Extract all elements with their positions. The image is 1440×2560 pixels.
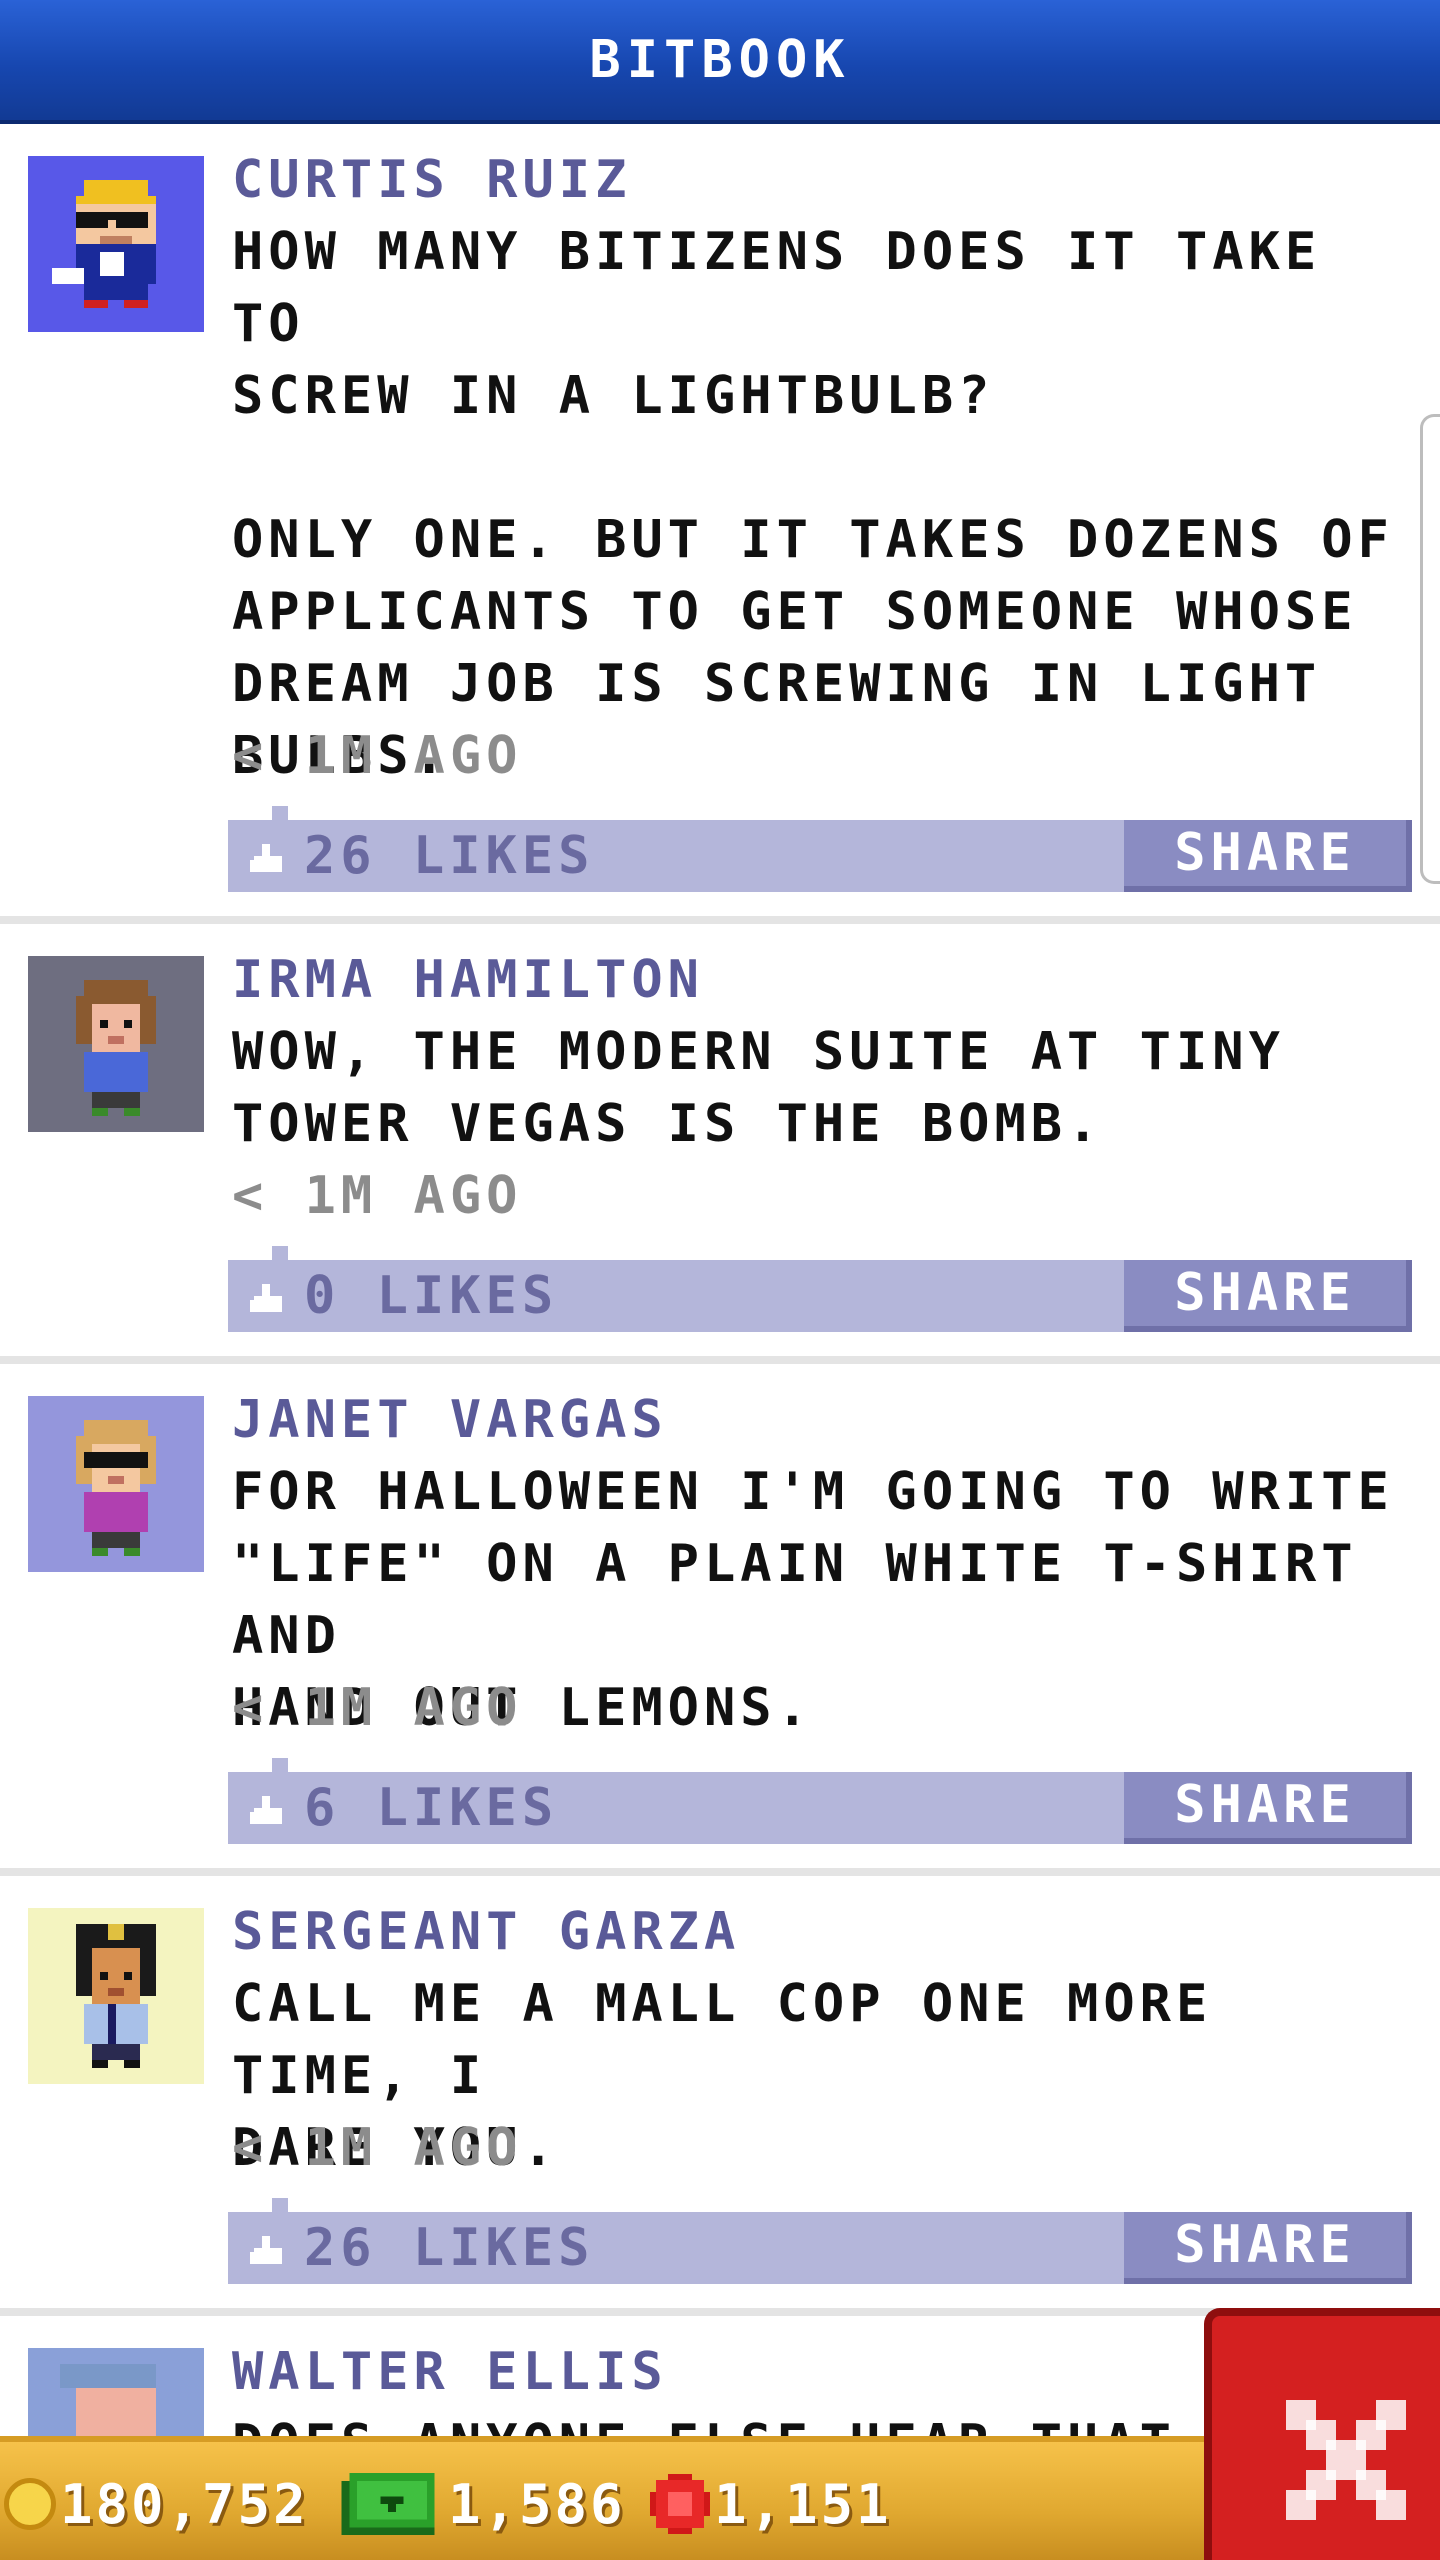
post-author[interactable]: IRMA HAMILTON: [232, 944, 704, 1016]
post-timestamp: < 1M AGO: [232, 1166, 523, 1226]
bux-value: 1,586: [448, 2472, 626, 2536]
like-tab: [272, 1758, 288, 1772]
avatar[interactable]: [28, 1396, 204, 1572]
bux-icon: [341, 2473, 435, 2535]
tokens-value: 1,151: [714, 2472, 892, 2536]
avatar[interactable]: [28, 2348, 204, 2436]
post-text: WOW, THE MODERN SUITE AT TINY TOWER VEGA…: [232, 1022, 1285, 1154]
post-text: HOW MANY BITIZENS DOES IT TAKE TO SCREW …: [232, 222, 1394, 786]
gem-icon: [650, 2474, 710, 2534]
post-divider: [0, 1868, 1440, 1876]
likes-count: 26 LIKES: [304, 2218, 595, 2278]
share-button[interactable]: SHARE: [1124, 1260, 1412, 1332]
post-timestamp: < 1M AGO: [232, 1678, 523, 1738]
likes-bar: 6 LIKES SHARE: [228, 1758, 1412, 1844]
share-button[interactable]: SHARE: [1124, 2212, 1412, 2284]
thumbs-up-icon[interactable]: [250, 844, 282, 872]
avatar[interactable]: [28, 156, 204, 332]
post-divider: [0, 1356, 1440, 1364]
close-icon: [1286, 2400, 1406, 2520]
thumbs-up-icon[interactable]: [250, 1284, 282, 1312]
post-author[interactable]: CURTIS RUIZ: [232, 144, 631, 216]
thumbs-up-icon[interactable]: [250, 1796, 282, 1824]
likes-count: 6 LIKES: [304, 1778, 559, 1838]
feed-post: IRMA HAMILTON WOW, THE MODERN SUITE AT T…: [0, 924, 1440, 1364]
likes-bar: 26 LIKES SHARE: [228, 806, 1412, 892]
share-button[interactable]: SHARE: [1124, 1772, 1412, 1844]
post-timestamp: < 1M AGO: [232, 2118, 523, 2178]
coins-value: 180,752: [60, 2472, 309, 2536]
feed-post: CURTIS RUIZ HOW MANY BITIZENS DOES IT TA…: [0, 124, 1440, 924]
tokens-display: 1,151: [650, 2442, 892, 2560]
scroll-handle[interactable]: [1420, 414, 1440, 884]
post-divider: [0, 916, 1440, 924]
like-tab: [272, 1246, 288, 1260]
like-tab: [272, 2198, 288, 2212]
close-button[interactable]: [1204, 2308, 1440, 2560]
likes-count: 26 LIKES: [304, 826, 595, 886]
feed-post: SERGEANT GARZA CALL ME A MALL COP ONE MO…: [0, 1876, 1440, 2316]
post-author[interactable]: SERGEANT GARZA: [232, 1896, 740, 1968]
share-button[interactable]: SHARE: [1124, 820, 1412, 892]
app-header: BITBOOK: [0, 0, 1440, 124]
likes-count: 0 LIKES: [304, 1266, 559, 1326]
coins-display: 180,752: [4, 2442, 309, 2560]
post-timestamp: < 1M AGO: [232, 726, 523, 786]
avatar[interactable]: [28, 956, 204, 1132]
post-author[interactable]: WALTER ELLIS: [232, 2336, 668, 2408]
bux-display: 1,586: [340, 2442, 626, 2560]
likes-bar: 26 LIKES SHARE: [228, 2198, 1412, 2284]
page-title: BITBOOK: [589, 30, 851, 90]
thumbs-up-icon[interactable]: [250, 2236, 282, 2264]
likes-bar: 0 LIKES SHARE: [228, 1246, 1412, 1332]
avatar[interactable]: [28, 1908, 204, 2084]
like-tab: [272, 806, 288, 820]
post-author[interactable]: JANET VARGAS: [232, 1384, 668, 1456]
coin-icon: [4, 2478, 56, 2530]
bitbook-feed[interactable]: CURTIS RUIZ HOW MANY BITIZENS DOES IT TA…: [0, 124, 1440, 2436]
feed-post: JANET VARGAS FOR HALLOWEEN I'M GOING TO …: [0, 1364, 1440, 1876]
